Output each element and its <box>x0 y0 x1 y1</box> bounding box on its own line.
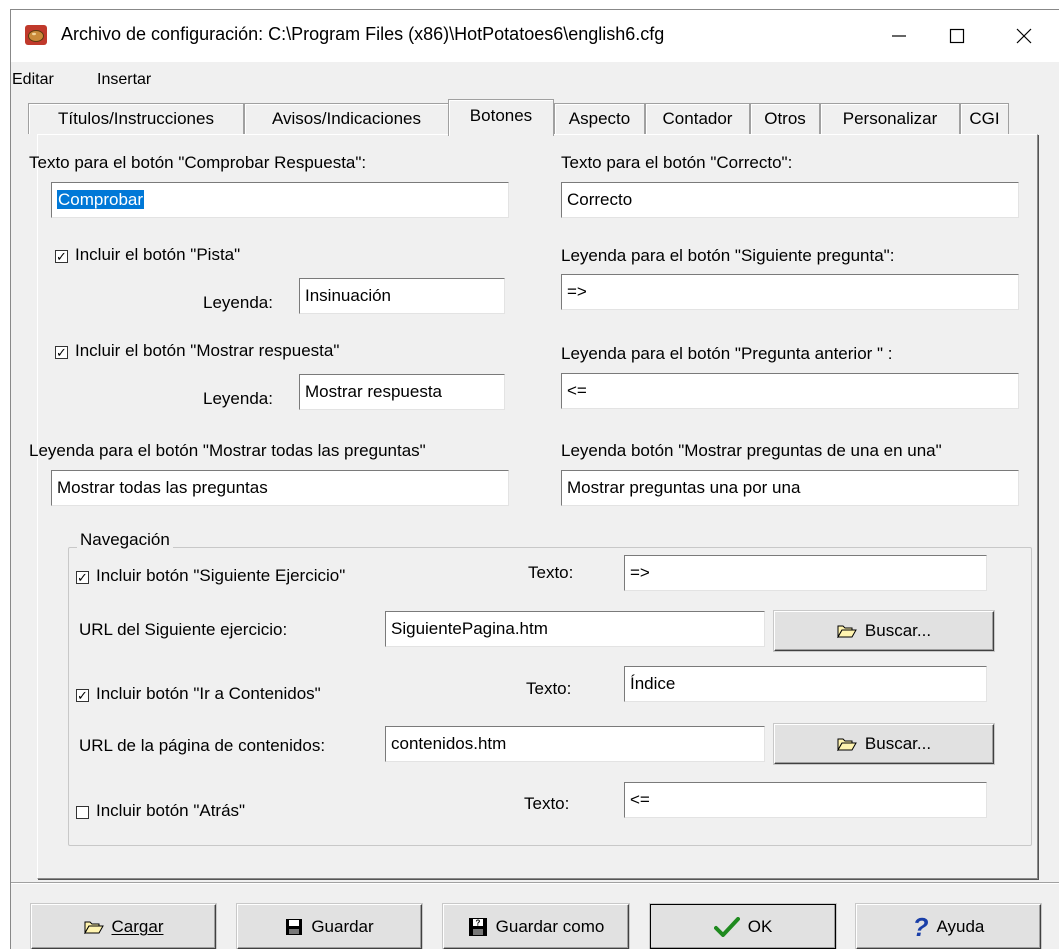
tab-avisos[interactable]: Avisos/Indicaciones <box>244 103 449 134</box>
back-checkbox[interactable] <box>76 806 89 819</box>
browse-contents-button[interactable]: Buscar... <box>774 724 994 764</box>
close-button[interactable] <box>1001 10 1047 62</box>
next-exercise-checkbox[interactable]: ✓ <box>76 571 89 584</box>
show-all-input[interactable]: Mostrar todas las preguntas <box>51 470 509 506</box>
browse-next-exercise-button[interactable]: Buscar... <box>774 611 994 651</box>
hint-checkbox-label: Incluir el botón "Pista" <box>75 245 241 264</box>
help-label: Ayuda <box>936 916 985 936</box>
ok-button[interactable]: OK <box>650 904 836 949</box>
back-checkbox-label: Incluir botón "Atrás" <box>96 801 246 820</box>
next-question-input[interactable]: => <box>561 274 1019 310</box>
prev-question-label: Leyenda para el botón "Pregunta anterior… <box>561 344 893 363</box>
contents-url-label: URL de la página de contenidos: <box>79 736 326 755</box>
prev-question-input[interactable]: <= <box>561 373 1019 409</box>
show-answer-caption-input[interactable]: Mostrar respuesta <box>299 374 505 410</box>
hotpotatoes-app-icon <box>25 25 47 45</box>
maximize-button[interactable] <box>934 10 980 62</box>
title-bar[interactable]: Archivo de configuración: C:\Program Fil… <box>11 10 1059 62</box>
save-disk-icon <box>285 918 303 936</box>
check-button-label: Texto para el botón "Comprobar Respuesta… <box>29 153 367 172</box>
maximize-icon <box>949 28 965 44</box>
save-as-label: Guardar como <box>495 916 605 936</box>
tab-personalizar[interactable]: Personalizar <box>820 103 960 134</box>
menu-insertar[interactable]: Insertar <box>97 71 151 89</box>
next-question-label: Leyenda para el botón "Siguiente pregunt… <box>561 246 895 265</box>
window-title: Archivo de configuración: C:\Program Fil… <box>61 24 665 44</box>
folder-open-icon <box>83 920 104 934</box>
next-exercise-url-label: URL del Siguiente ejercicio: <box>79 620 288 639</box>
contents-checkbox-label: Incluir botón "Ir a Contenidos" <box>96 684 321 703</box>
folder-open-icon <box>837 737 857 751</box>
contents-checkbox[interactable]: ✓ <box>76 689 89 702</box>
help-question-icon: ? <box>912 911 929 942</box>
config-dialog: Archivo de configuración: C:\Program Fil… <box>10 9 1059 949</box>
tab-titulos[interactable]: Títulos/Instrucciones <box>28 103 244 134</box>
close-icon <box>1016 28 1032 44</box>
contents-text-label: Texto: <box>526 679 572 698</box>
tab-contador[interactable]: Contador <box>645 103 750 134</box>
next-exercise-text-label: Texto: <box>528 563 574 582</box>
back-text-label: Texto: <box>524 794 570 813</box>
load-button[interactable]: Cargar <box>31 904 216 949</box>
tab-cgi[interactable]: CGI <box>960 103 1009 134</box>
correct-button-input[interactable]: Correcto <box>561 182 1019 218</box>
save-as-disk-icon: ? <box>468 917 488 937</box>
hint-caption-input[interactable]: Insinuación <box>299 278 505 314</box>
back-text-input[interactable]: <= <box>624 782 987 818</box>
folder-open-icon <box>837 624 857 638</box>
minimize-icon <box>892 35 906 37</box>
help-button[interactable]: ? Ayuda <box>856 904 1041 949</box>
tab-otros[interactable]: Otros <box>750 103 820 134</box>
show-answer-caption-label: Leyenda: <box>203 389 273 408</box>
load-label: Cargar <box>111 916 164 936</box>
menu-editar[interactable]: Editar <box>12 71 54 89</box>
save-as-button[interactable]: ? Guardar como <box>443 904 629 949</box>
next-exercise-text-input[interactable]: => <box>624 555 987 591</box>
minimize-button[interactable] <box>876 10 922 62</box>
correct-button-label: Texto para el botón "Correcto": <box>561 153 793 172</box>
show-answer-checkbox-label: Incluir el botón "Mostrar respuesta" <box>75 341 340 360</box>
save-label: Guardar <box>311 916 374 936</box>
navigation-legend: Navegación <box>77 530 173 550</box>
show-all-label: Leyenda para el botón "Mostrar todas las… <box>29 441 426 460</box>
ok-label: OK <box>747 916 773 936</box>
contents-text-input[interactable]: Índice <box>624 666 987 702</box>
browse-label: Buscar... <box>864 734 932 753</box>
tab-aspecto[interactable]: Aspecto <box>554 103 645 134</box>
save-button[interactable]: Guardar <box>237 904 422 949</box>
contents-url-input[interactable]: contenidos.htm <box>385 726 765 762</box>
hint-caption-label: Leyenda: <box>203 293 273 312</box>
check-button-input[interactable]: Comprobar <box>51 182 509 218</box>
tab-botones[interactable]: Botones <box>448 99 554 136</box>
hint-checkbox[interactable]: ✓ <box>55 250 68 263</box>
next-exercise-checkbox-label: Incluir botón "Siguiente Ejercicio" <box>96 566 346 585</box>
one-by-one-input[interactable]: Mostrar preguntas una por una <box>561 470 1019 506</box>
svg-text:?: ? <box>475 918 480 927</box>
one-by-one-label: Leyenda botón "Mostrar preguntas de una … <box>561 441 942 460</box>
next-exercise-url-input[interactable]: SiguientePagina.htm <box>385 611 765 647</box>
divider <box>11 882 1059 884</box>
browse-label: Buscar... <box>864 621 932 640</box>
checkmark-icon <box>713 916 740 937</box>
show-answer-checkbox[interactable]: ✓ <box>55 346 68 359</box>
menu-bar: Editar Insertar <box>11 62 1059 96</box>
